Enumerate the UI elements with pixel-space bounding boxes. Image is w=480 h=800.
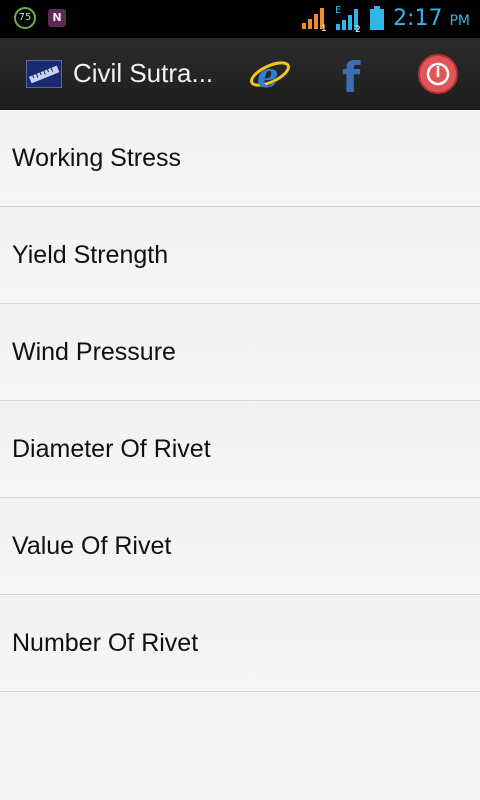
list-item-label: Working Stress xyxy=(12,143,182,172)
list-item-diameter-of-rivet[interactable]: Diameter Of Rivet xyxy=(0,401,480,498)
battery-icon xyxy=(370,6,385,30)
svg-text:1: 1 xyxy=(321,24,327,31)
list-item-yield-strength[interactable]: Yield Strength xyxy=(0,207,480,304)
list-item-label: Value Of Rivet xyxy=(12,531,172,560)
svg-text:f: f xyxy=(342,53,361,96)
svg-text:2: 2 xyxy=(355,25,361,32)
app-title: Civil Sutra... xyxy=(73,58,214,88)
list-item-number-of-rivet[interactable]: Number Of Rivet xyxy=(0,595,480,692)
list-item-working-stress[interactable]: Working Stress xyxy=(0,110,480,207)
list-item-label: Yield Strength xyxy=(12,240,169,269)
list-item-label: Wind Pressure xyxy=(12,337,176,366)
clock: 2:17 PM xyxy=(393,6,470,31)
clock-time: 2:17 xyxy=(393,5,443,31)
internet-explorer-icon[interactable]: e xyxy=(248,52,292,96)
power-icon[interactable] xyxy=(416,52,460,96)
battery-saver-badge-icon: 75 xyxy=(14,7,36,29)
facebook-icon[interactable]: f xyxy=(332,52,376,96)
list-item-value-of-rivet[interactable]: Value Of Rivet xyxy=(0,498,480,595)
clock-ampm: PM xyxy=(449,12,470,29)
ruler-icon[interactable] xyxy=(26,60,62,88)
list-item-label: Diameter Of Rivet xyxy=(12,434,211,463)
action-bar xyxy=(0,38,480,112)
status-bar: 75 N 1 E 2 2:17 PM xyxy=(0,0,480,38)
signal-sim1-icon: 1 xyxy=(302,8,327,31)
svg-text:E: E xyxy=(335,5,341,16)
notes-app-icon: N xyxy=(48,9,66,27)
signal-sim2-icon: E 2 xyxy=(335,5,361,32)
list-item-wind-pressure[interactable]: Wind Pressure xyxy=(0,304,480,401)
system-tray: 1 E 2 2:17 PM xyxy=(301,4,470,32)
list-item-label: Number Of Rivet xyxy=(12,628,199,657)
notification-area: 75 N xyxy=(14,7,66,29)
formula-list: Working Stress Yield Strength Wind Press… xyxy=(0,110,480,692)
svg-text:e: e xyxy=(257,56,279,96)
